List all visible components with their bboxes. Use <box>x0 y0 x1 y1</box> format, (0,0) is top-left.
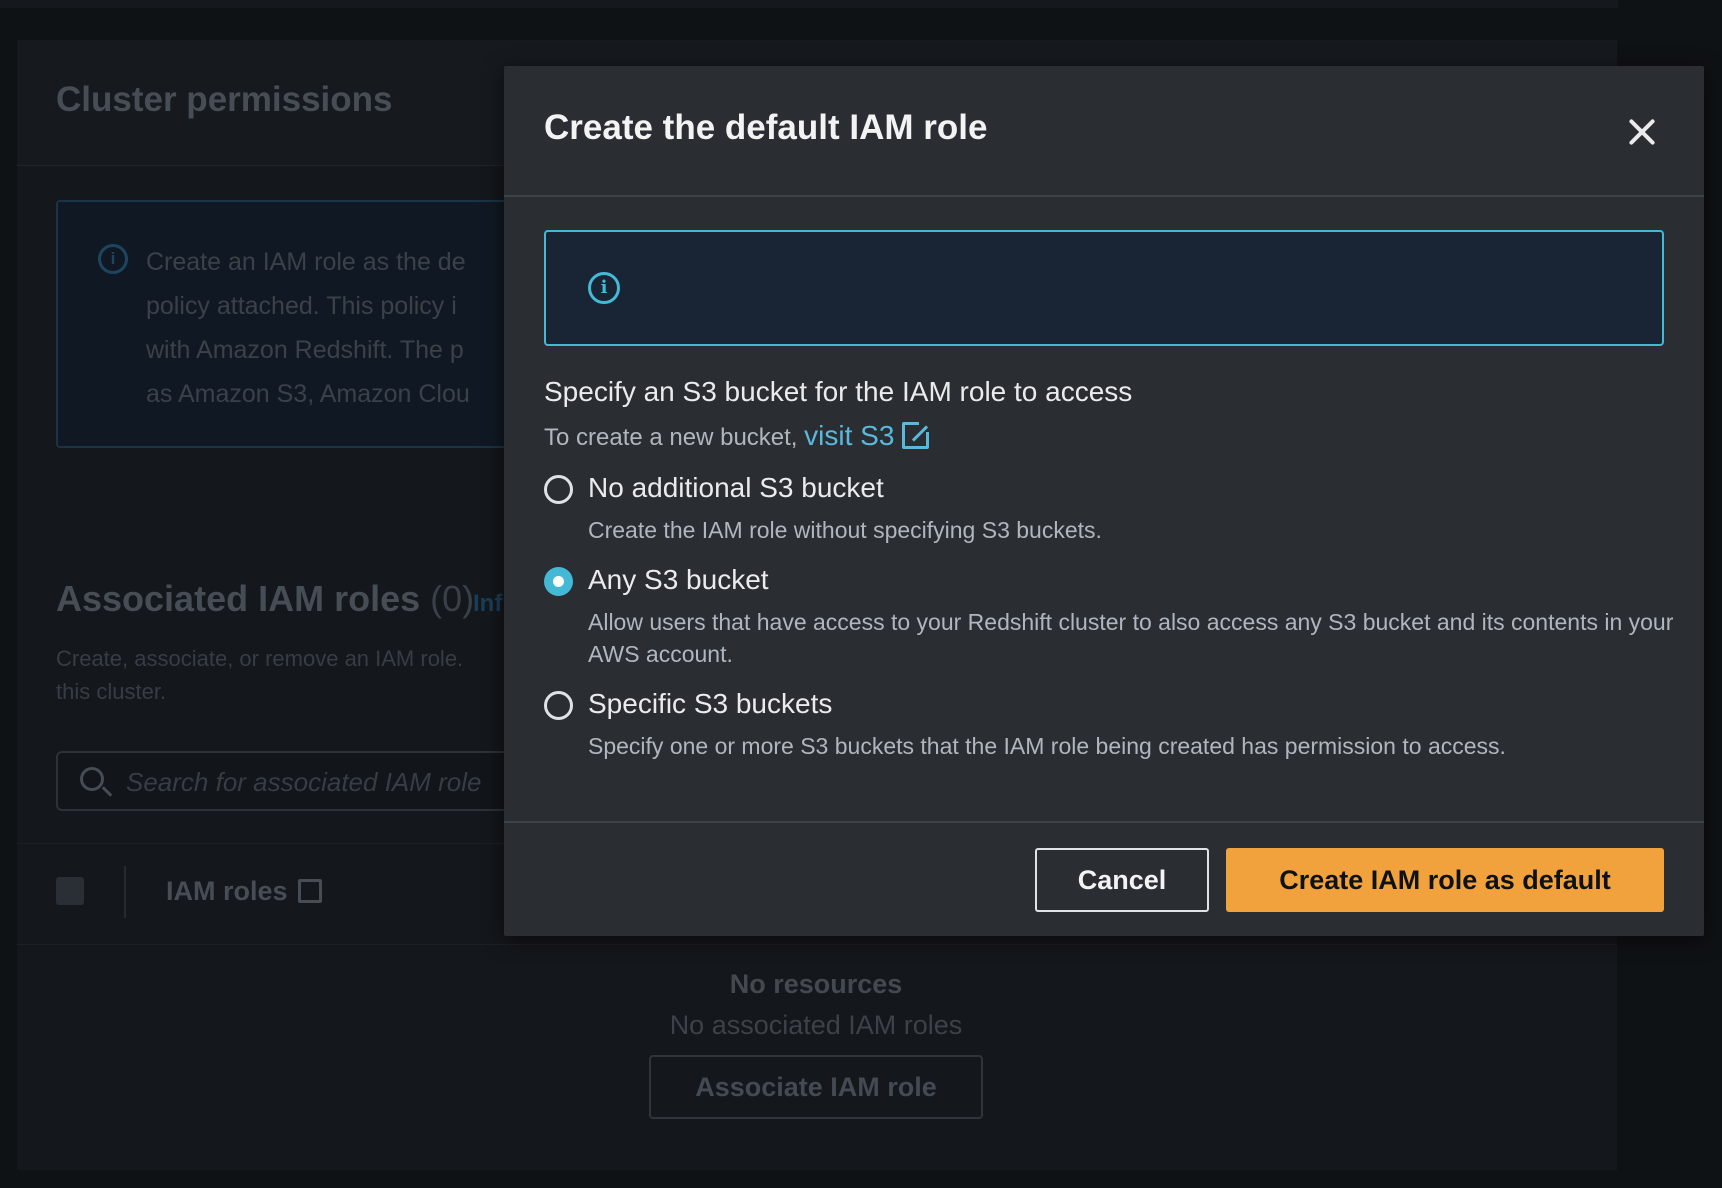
radio-button-selected[interactable] <box>544 567 573 596</box>
empty-state-title: No resources <box>729 969 903 999</box>
create-iam-role-button[interactable]: Create IAM role as default <box>1226 848 1664 912</box>
s3-bucket-field-description: To create a new bucket, visit S3 <box>544 420 932 452</box>
visit-s3-link-label: visit S3 <box>804 420 895 451</box>
roles-count: (0) <box>430 578 475 619</box>
search-input[interactable]: Search for associated IAM role <box>56 751 576 811</box>
radio-label: No additional S3 bucket <box>588 472 884 503</box>
search-placeholder: Search for associated IAM role <box>126 767 482 797</box>
roles-title: Associated IAM roles <box>56 578 421 619</box>
search-icon <box>80 767 104 791</box>
info-alert-text: Create an IAM role as the de policy atta… <box>146 240 506 416</box>
info-line: with Amazon Redshift. The p <box>146 336 464 364</box>
radio-label: Any S3 bucket <box>588 564 769 595</box>
radio-description: Allow users that have access to your Red… <box>588 609 1674 667</box>
info-alert: i <box>544 230 1664 346</box>
close-icon[interactable] <box>1622 112 1662 152</box>
cancel-button[interactable]: Cancel <box>1035 848 1209 912</box>
roles-desc-line: Create, associate, or remove an IAM role… <box>56 646 464 671</box>
select-all-checkbox[interactable] <box>56 877 84 905</box>
empty-state-subtitle: No associated IAM roles <box>669 1010 963 1040</box>
radio-any-bucket[interactable]: Any S3 bucket Allow users that have acce… <box>544 564 1674 674</box>
visit-s3-link[interactable]: visit S3 <box>804 420 932 451</box>
s3-bucket-field-label: Specify an S3 bucket for the IAM role to… <box>544 376 1133 407</box>
roles-desc-line: this cluster. <box>56 679 167 704</box>
roles-description: Create, associate, or remove an IAM role… <box>56 642 506 708</box>
info-line: Create an IAM role as the de <box>146 248 466 276</box>
radio-button[interactable] <box>544 475 573 504</box>
top-bar <box>0 0 1618 8</box>
section-title: Cluster permissions <box>56 80 393 119</box>
radio-description: Create the IAM role without specifying S… <box>588 517 1102 543</box>
create-iam-role-modal: Create the default IAM role i Specify an… <box>504 66 1704 936</box>
external-link-icon <box>902 420 932 449</box>
modal-header: Create the default IAM role <box>504 66 1704 197</box>
radio-specific-buckets[interactable]: Specific S3 buckets Specify one or more … <box>544 688 1674 768</box>
associate-iam-role-button[interactable]: Associate IAM role <box>649 1055 983 1119</box>
modal-footer-divider <box>504 821 1704 823</box>
roles-heading: Associated IAM roles (0) <box>56 578 474 620</box>
modal-title: Create the default IAM role <box>544 108 988 147</box>
radio-label: Specific S3 buckets <box>588 688 833 719</box>
external-link-icon <box>297 879 322 903</box>
radio-description: Specify one or more S3 buckets that the … <box>588 733 1506 759</box>
column-divider <box>124 866 126 918</box>
roles-info-link[interactable]: Inf <box>473 590 502 618</box>
radio-no-additional-bucket[interactable]: No additional S3 bucket Create the IAM r… <box>544 472 1674 552</box>
info-line: as Amazon S3, Amazon Clou <box>146 380 470 408</box>
info-line: policy attached. This policy i <box>146 292 457 320</box>
radio-button[interactable] <box>544 691 573 720</box>
field-desc-prefix: To create a new bucket, <box>544 424 798 451</box>
column-label: IAM roles <box>166 876 288 906</box>
info-icon: i <box>588 272 620 304</box>
column-iam-roles[interactable]: IAM roles <box>166 876 322 907</box>
info-icon: i <box>98 244 128 274</box>
